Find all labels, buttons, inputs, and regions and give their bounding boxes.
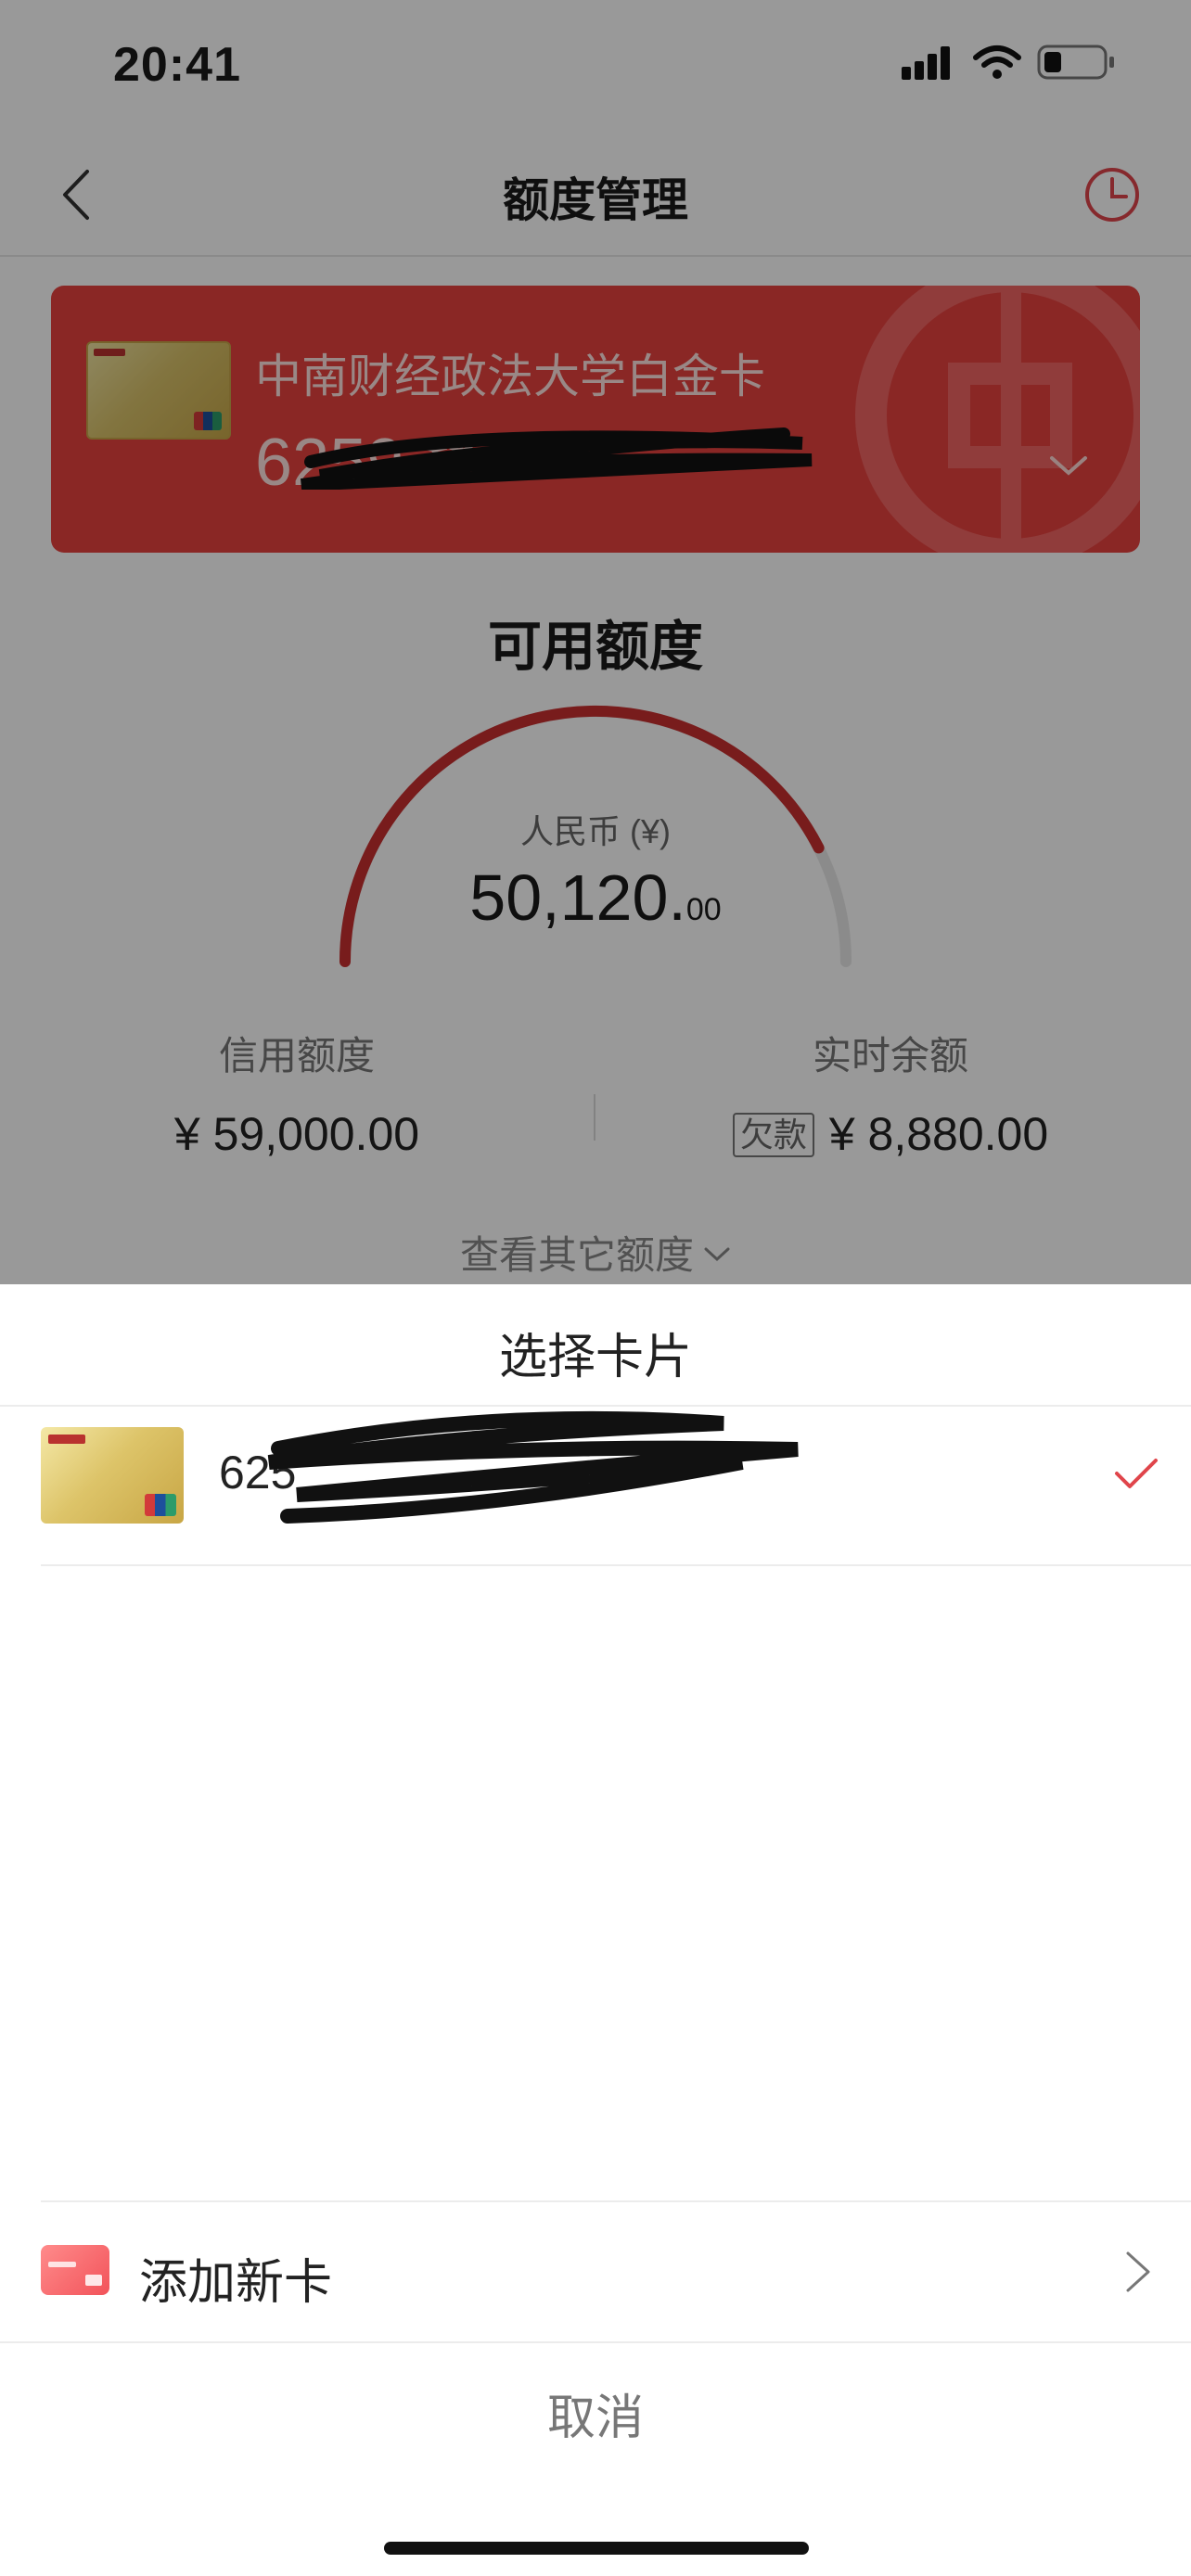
- divider: [0, 2341, 1191, 2343]
- card-option[interactable]: 625: [0, 1407, 1191, 1564]
- sheet-title: 选择卡片: [498, 1331, 692, 1384]
- add-new-card-label: 添加新卡: [139, 2256, 333, 2310]
- selected-check-icon: [1115, 1459, 1158, 1488]
- unionpay-icon: [145, 1494, 176, 1516]
- redaction-scribble: [267, 1410, 799, 1524]
- add-new-card-row[interactable]: 添加新卡: [0, 2202, 1191, 2341]
- chevron-right-icon: [1126, 2251, 1150, 2292]
- card-thumbnail: [41, 1427, 184, 1524]
- divider: [41, 1564, 1191, 1566]
- card-add-icon: [41, 2245, 109, 2295]
- credit-limit-page: 20:41 额度管理 中南财经政法大学白金卡 6259 ** 可用额度 人民币 …: [0, 0, 1191, 1284]
- home-indicator[interactable]: [384, 2542, 809, 2555]
- cancel-button[interactable]: 取消: [0, 2378, 1191, 2471]
- card-picker-sheet: 选择卡片 625 添加新卡 取消: [0, 1284, 1191, 2576]
- dim-overlay[interactable]: [0, 0, 1191, 1284]
